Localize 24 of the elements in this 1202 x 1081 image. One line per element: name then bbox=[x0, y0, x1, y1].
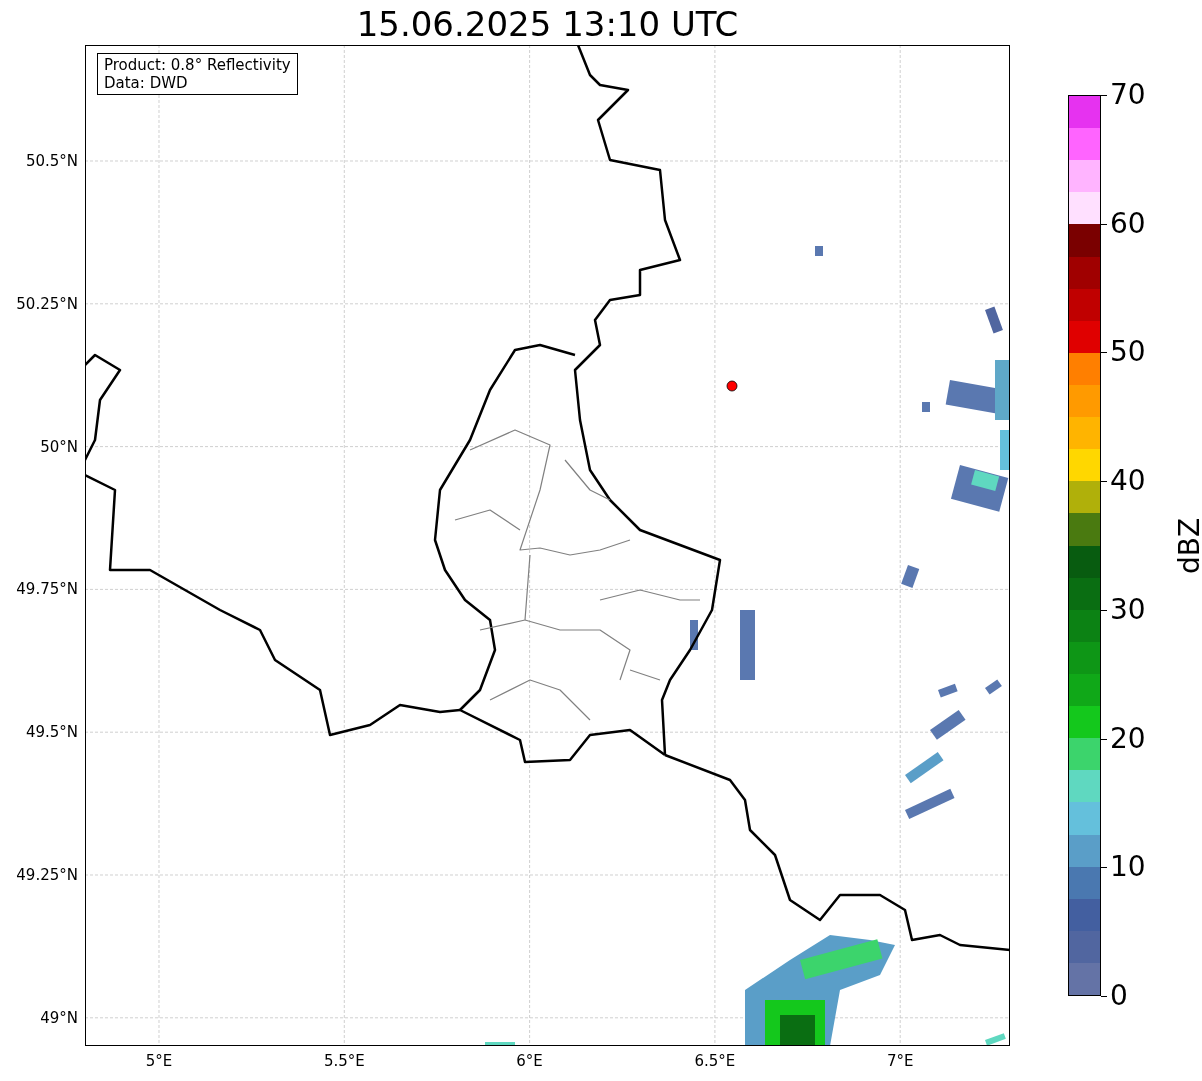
longitude-label: 7°E bbox=[885, 1052, 915, 1070]
colorbar-tick-label: 20 bbox=[1110, 722, 1146, 755]
chart-title: 15.06.2025 13:10 UTC bbox=[355, 4, 740, 44]
latitude-label: 49°N bbox=[40, 1008, 78, 1027]
latitude-label: 50.5°N bbox=[25, 152, 78, 170]
info-text: Product: 0.8° Reflectivity bbox=[104, 56, 291, 74]
colorbar-tick-label: 0 bbox=[1110, 980, 1128, 1012]
latitude-label: 49.75°N bbox=[16, 580, 78, 599]
colorbar-tick-label: 60 bbox=[1110, 207, 1146, 240]
colorbar-tick-label: 10 bbox=[1110, 851, 1146, 884]
colorbar-tick-label: 30 bbox=[1110, 593, 1146, 626]
longitude-label: 5.5°E bbox=[322, 1052, 366, 1070]
latitude-label: 50.25°N bbox=[16, 294, 78, 313]
longitude-label: 6.5°E bbox=[693, 1052, 737, 1070]
latitude-label: 49.25°N bbox=[16, 866, 78, 884]
info-text: Data: DWD bbox=[104, 74, 189, 92]
longitude-label: 5°E bbox=[144, 1052, 174, 1070]
latitude-label: 49.5°N bbox=[25, 723, 78, 742]
longitude-label: 6°E bbox=[515, 1052, 544, 1070]
colorbar-tick-label: 70 bbox=[1110, 79, 1146, 111]
colorbar-label: dBZ bbox=[1174, 517, 1202, 575]
latitude-label: 50°N bbox=[40, 437, 78, 456]
colorbar-tick-label: 50 bbox=[1110, 336, 1146, 369]
colorbar-tick-label: 40 bbox=[1110, 465, 1146, 498]
